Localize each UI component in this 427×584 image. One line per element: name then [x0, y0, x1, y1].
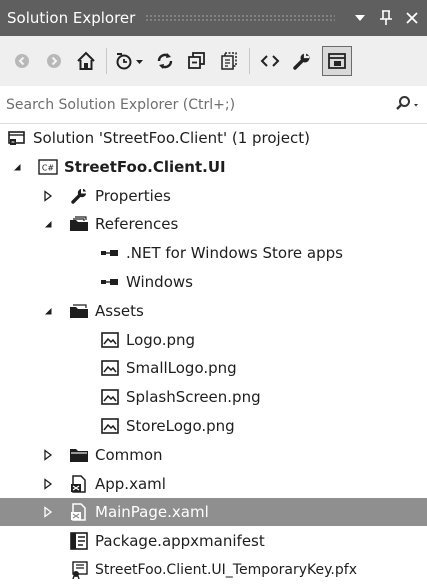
chevron-down-icon: [411, 95, 421, 114]
tree-item-label: StoreLogo.png: [126, 417, 235, 435]
tree-item-label: SplashScreen.png: [126, 388, 261, 407]
solution-explorer-titlebar: Solution Explorer: [0, 0, 427, 36]
tree-item-label: MainPage.xaml: [95, 503, 209, 522]
window-title: Solution Explorer: [7, 9, 136, 27]
tree-item[interactable]: References: [0, 210, 427, 238]
collapsed-arrow-icon[interactable]: [42, 189, 54, 202]
image-file-icon: [99, 388, 121, 406]
tree-item-label: .NET for Windows Store apps: [126, 244, 343, 263]
collapsed-arrow-icon[interactable]: [42, 477, 54, 490]
wrench-icon: [68, 187, 90, 205]
tree-item-label: StreetFoo.Client.UI: [64, 157, 226, 176]
toolbar-separator: [249, 48, 250, 74]
back-icon[interactable]: [10, 46, 34, 76]
tree-item[interactable]: App.xaml: [0, 470, 427, 498]
tree-item-label: App.xaml: [95, 474, 166, 493]
search-input[interactable]: [0, 88, 395, 121]
tree-item[interactable]: Common: [0, 441, 427, 469]
auto-hide-pin-icon[interactable]: [375, 7, 397, 29]
tree-item-label: SmallLogo.png: [126, 359, 237, 378]
pending-changes-filter-icon[interactable]: [115, 46, 145, 76]
tree-item[interactable]: Windows: [0, 268, 427, 296]
close-icon[interactable]: [401, 7, 423, 29]
tree-item[interactable]: StoreLogo.png: [0, 412, 427, 440]
tree-item[interactable]: Logo.png: [0, 326, 427, 354]
tree-item[interactable]: Assets: [0, 297, 427, 325]
tree-item-label: Logo.png: [126, 330, 196, 349]
manifest-file-icon: [68, 532, 90, 550]
expanded-arrow-icon[interactable]: [42, 218, 54, 230]
folder-icon: [68, 446, 90, 464]
tree-item-label: Properties: [95, 186, 171, 205]
collapsed-arrow-icon[interactable]: [42, 506, 54, 519]
preview-selected-items-icon[interactable]: [322, 46, 352, 76]
collapsed-arrow-icon[interactable]: [42, 448, 54, 461]
search-icon: [395, 95, 411, 115]
image-file-icon: [99, 359, 121, 377]
tree-item-label: Common: [95, 445, 163, 464]
tree-item-label: Windows: [126, 273, 193, 291]
solution-icon: [6, 129, 28, 147]
certificate-file-icon: [68, 561, 90, 579]
tree-item[interactable]: .NET for Windows Store apps: [0, 239, 427, 267]
svg-text:C#: C#: [42, 163, 55, 172]
show-all-files-icon[interactable]: [217, 46, 241, 76]
sync-with-active-document-icon[interactable]: [153, 46, 177, 76]
tree-item-label: References: [95, 215, 179, 234]
view-code-icon[interactable]: [258, 46, 282, 76]
search-bar: [0, 86, 427, 124]
home-icon[interactable]: [74, 46, 98, 76]
reference-icon: [99, 273, 121, 291]
properties-wrench-icon[interactable]: [290, 46, 314, 76]
forward-icon[interactable]: [42, 46, 66, 76]
window-position-dropdown-icon[interactable]: [349, 7, 371, 29]
tree-item[interactable]: Package.appxmanifest: [0, 527, 427, 555]
tree-item[interactable]: MainPage.xaml: [0, 498, 427, 527]
solution-tree: Solution 'StreetFoo.Client' (1 project) C…: [0, 124, 427, 579]
references-folder-icon: [68, 215, 90, 233]
xaml-file-icon: [68, 503, 90, 522]
expanded-arrow-icon[interactable]: [42, 305, 54, 317]
reference-icon: [99, 244, 121, 262]
tree-item-label: StreetFoo.Client.UI_TemporaryKey.pfx: [95, 562, 357, 578]
titlebar-grip[interactable]: [145, 14, 335, 22]
tree-item[interactable]: SmallLogo.png: [0, 354, 427, 382]
image-file-icon: [99, 417, 121, 435]
expanded-arrow-icon[interactable]: [11, 161, 23, 173]
tree-item[interactable]: C# StreetFoo.Client.UI: [0, 153, 427, 181]
search-options-button[interactable]: [395, 95, 427, 115]
csharp-project-icon: C#: [37, 158, 59, 176]
collapse-all-icon[interactable]: [185, 46, 209, 76]
tree-item[interactable]: Solution 'StreetFoo.Client' (1 project): [0, 124, 427, 152]
image-file-icon: [99, 331, 121, 349]
tree-item-label: Assets: [95, 301, 144, 320]
tree-item-label: Solution 'StreetFoo.Client' (1 project): [33, 129, 310, 147]
xaml-file-icon: [68, 474, 90, 493]
tree-item-label: Package.appxmanifest: [95, 532, 265, 551]
tree-item[interactable]: SplashScreen.png: [0, 383, 427, 411]
folder-open-icon: [68, 302, 90, 320]
toolbar-separator: [106, 48, 107, 74]
tree-item[interactable]: StreetFoo.Client.UI_TemporaryKey.pfx: [0, 556, 427, 584]
tree-item[interactable]: Properties: [0, 182, 427, 210]
solution-explorer-toolbar: [0, 36, 427, 86]
